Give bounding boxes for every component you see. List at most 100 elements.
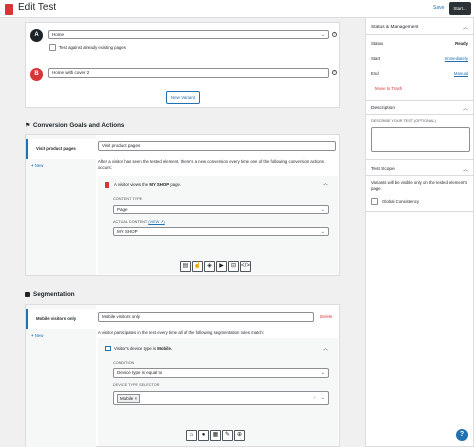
chevron-down-icon: ⌄ (320, 229, 325, 235)
against-existing-checkbox[interactable] (49, 44, 56, 51)
chevron-down-icon: ⌄ (320, 395, 325, 401)
variant-b-badge: B (30, 68, 43, 81)
segment-name-value: Mobile visitors only (102, 314, 141, 319)
calendar-icon[interactable]: ▦ (210, 430, 221, 441)
condition-select[interactable]: Device type is equal to ⌄ (113, 368, 329, 378)
help-icon[interactable]: ? (332, 70, 337, 75)
flag-icon: ⚑ (25, 123, 31, 129)
segment-name-input[interactable]: Mobile visitors only (98, 312, 314, 322)
goals-tab-visit-product[interactable]: Visit product pages (26, 139, 96, 159)
chevron-up-icon[interactable]: ︿ (463, 166, 468, 173)
describe-test-label: DESCRIBE YOUR TEST (OPTIONAL) (371, 119, 436, 123)
variant-a-value: Home (52, 32, 65, 37)
scope-section-title: Test Scope (371, 167, 395, 172)
goals-name-input[interactable]: Visit product pages (98, 141, 336, 151)
end-value-link[interactable]: Manual (454, 71, 468, 76)
goal-action-summary: A visitor views the MY SHOP page. (114, 182, 181, 187)
code-icon[interactable]: </> (240, 261, 251, 272)
global-consistency-label: Global Consistency (382, 199, 420, 204)
goal-action-prefix: A visitor views the (114, 182, 149, 187)
save-button[interactable]: Save (433, 5, 444, 11)
status-section-title: Status & Management (371, 25, 419, 30)
device-selector-label: DEVICE TYPE SELECTOR (113, 383, 160, 387)
segmentation-section-title: Segmentation (33, 291, 75, 298)
goals-panel: Visit product pages + New Visit product … (25, 134, 340, 276)
help-icon[interactable]: ? (332, 32, 337, 37)
condition-value: Device type is equal to (117, 370, 163, 375)
actual-content-label-text: ACTUAL CONTENT (113, 220, 148, 224)
against-existing-label: Test against already existing pages (59, 45, 126, 50)
description-section-title: Description (371, 106, 395, 111)
variant-b-value: Home with cover 2 (52, 70, 90, 75)
device-icon (105, 346, 111, 351)
help-float-button[interactable]: ? (456, 429, 468, 441)
home-icon[interactable]: ⌂ (186, 430, 197, 441)
segment-type-icon-bar: ⌂ ● ▦ ✎ ⊕ (186, 430, 245, 441)
plus-icon: + (31, 333, 34, 338)
start-value-link[interactable]: Immediately (445, 56, 468, 61)
goals-name-value: Visit product pages (102, 143, 141, 148)
lock-icon (25, 292, 30, 297)
global-consistency-checkbox[interactable] (371, 198, 378, 205)
divider (366, 114, 474, 115)
plus-icon: + (31, 163, 34, 168)
actual-content-select[interactable]: MY SHOP ⌄ (113, 227, 329, 236)
variant-a-select[interactable]: Home ⌄ (48, 30, 329, 39)
goal-action-suffix: page. (170, 182, 182, 187)
segment-rule-summary: Visitor's device type is Mobile. (114, 346, 172, 351)
start-label: Start (371, 56, 381, 61)
user-icon[interactable]: ● (198, 430, 209, 441)
divider (366, 34, 474, 35)
chevron-up-icon[interactable]: ︿ (463, 24, 468, 31)
wrench-icon[interactable]: ✎ (222, 430, 233, 441)
variant-b-input[interactable]: Home with cover 2 (48, 68, 329, 78)
chevron-up-icon[interactable]: ︿ (463, 105, 468, 112)
remove-tag-icon[interactable]: × (135, 396, 138, 401)
end-label: End (371, 71, 379, 76)
chevron-up-icon[interactable]: ︿ (323, 345, 328, 352)
chevron-up-icon[interactable]: ︿ (323, 180, 328, 187)
actual-content-value: MY SHOP (117, 229, 138, 234)
content-type-value: Page (117, 207, 128, 212)
segment-rule-prefix: Visitor's device type is (114, 346, 157, 351)
chevron-down-icon: ⌄ (320, 370, 325, 376)
new-variant-button[interactable]: New Variant (166, 91, 200, 104)
page-icon[interactable]: ▤ (180, 261, 191, 272)
view-link[interactable]: (VIEW ↗) (148, 220, 164, 224)
description-textarea[interactable] (371, 127, 470, 152)
condition-label: CONDITION (113, 361, 135, 365)
content-type-select[interactable]: Page ⌄ (113, 205, 329, 214)
segmentation-panel: Mobile visitors only + New Mobile visito… (25, 304, 340, 447)
sidebar: Status & Management ︿ Status Ready Start… (365, 18, 474, 447)
divider (366, 100, 474, 101)
start-button[interactable]: Start... (449, 2, 471, 15)
click-icon[interactable]: ☝ (192, 261, 203, 272)
segment-description: A visitor participates in the test every… (98, 330, 264, 335)
device-selector-field[interactable]: Mobile × × ⌄ (113, 391, 329, 405)
goal-type-icon-bar: ▤ ☝ ◈ ▶ ⊟ </> (180, 261, 251, 272)
goals-new-label: New (34, 163, 44, 168)
page-title: Edit Test (18, 2, 57, 13)
goals-new-button[interactable]: + New (31, 163, 43, 168)
status-value: Ready (455, 41, 468, 46)
segment-new-label: New (34, 333, 44, 338)
segment-tab-mobile[interactable]: Mobile visitors only (26, 309, 96, 329)
goals-section-title: Conversion Goals and Actions (33, 122, 125, 129)
video-icon[interactable]: ▶ (216, 261, 227, 272)
segment-rule-bold: Mobile. (157, 346, 173, 351)
top-bar: Edit Test Save Start... (0, 0, 474, 18)
tag-icon[interactable]: ◈ (204, 261, 215, 272)
scope-description: Variants will be visible only on the tes… (371, 180, 468, 191)
move-to-trash-link[interactable]: Move to Trash (375, 86, 402, 91)
segment-new-button[interactable]: + New (31, 333, 43, 338)
goals-description: After a visitor has seen the tested elem… (98, 159, 325, 170)
status-label: Status (371, 41, 384, 46)
add-circle-icon[interactable]: ⊕ (234, 430, 245, 441)
cart-icon[interactable]: ⊟ (228, 261, 239, 272)
device-tag-label: Mobile (120, 396, 134, 401)
device-tag: Mobile × (117, 394, 141, 403)
segment-delete-button[interactable]: Delete (320, 314, 332, 319)
clear-icon[interactable]: × (313, 394, 316, 402)
divider (366, 211, 474, 212)
variants-panel: A Home ⌄ ? Test against already existing… (25, 22, 340, 108)
